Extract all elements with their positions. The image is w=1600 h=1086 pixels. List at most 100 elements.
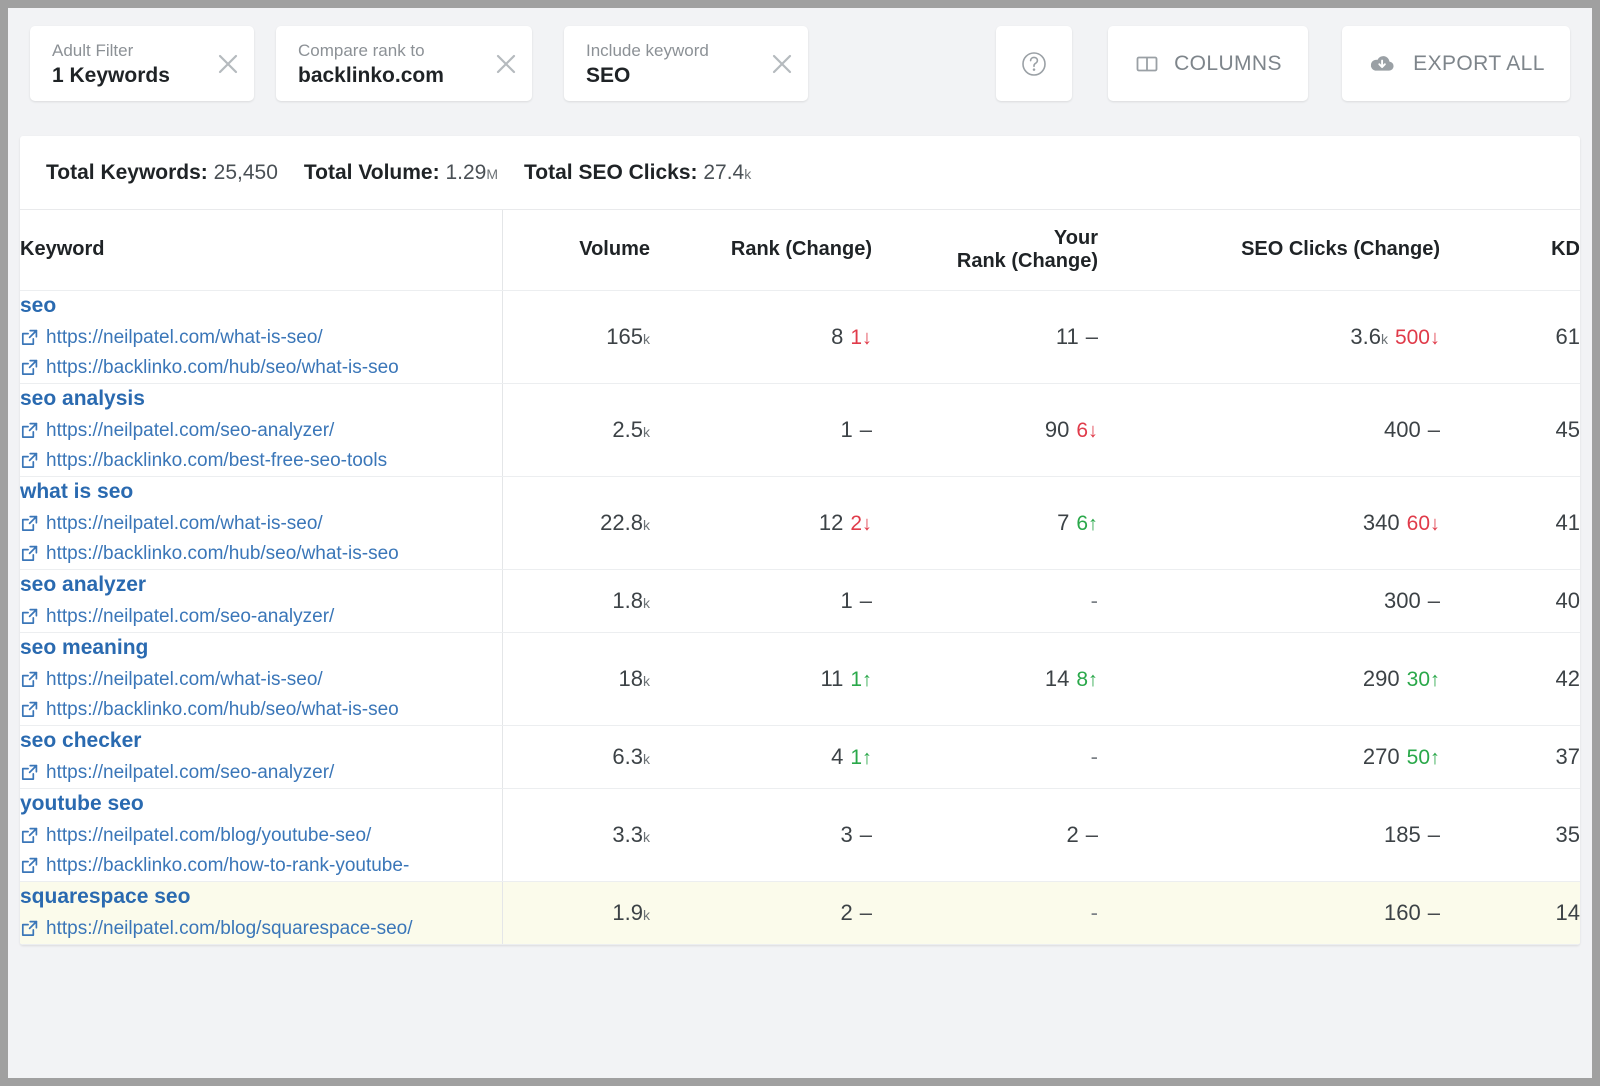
keyword-link[interactable]: youtube seo [20,789,144,819]
value: 400 [1384,417,1421,442]
keyword-url[interactable]: https://neilpatel.com/what-is-seo/ [20,323,502,353]
value: 12 [819,510,843,535]
total-seo-clicks-suffix: k [744,166,751,182]
column-header-kd[interactable]: KD [1440,210,1580,290]
column-header-your-rank[interactable]: Your Rank (Change) [872,210,1098,290]
value: 1 [841,588,853,613]
keyword-link[interactable]: seo meaning [20,633,148,663]
cell-volume: 2.5k [502,383,650,476]
keyword-url[interactable]: https://neilpatel.com/blog/youtube-seo/ [20,821,502,851]
keyword-url[interactable]: https://backlinko.com/hub/seo/what-is-se… [20,353,502,383]
table-body: seohttps://neilpatel.com/what-is-seo/htt… [20,290,1580,944]
total-keywords-label: Total Keywords: [46,161,208,184]
cell-your-rank: 2– [872,788,1098,881]
filter-chip-value: backlinko.com [298,62,480,89]
keyword-url[interactable]: https://neilpatel.com/what-is-seo/ [20,509,502,539]
cell-kd: 14 [1440,881,1580,944]
value: 14 [1556,900,1580,925]
value-suffix: k [1381,331,1388,347]
cell-keyword: seo analysishttps://neilpatel.com/seo-an… [20,383,502,476]
keyword-url[interactable]: https://neilpatel.com/seo-analyzer/ [20,416,502,446]
total-seo-clicks-label: Total SEO Clicks: [524,161,698,184]
value-empty: - [1091,744,1098,769]
change-indicator: 50↑ [1407,746,1440,769]
keyword-url-text: https://backlinko.com/hub/seo/what-is-se… [46,353,399,383]
external-link-icon [20,763,39,782]
external-link-icon [20,670,39,689]
keyword-link[interactable]: squarespace seo [20,882,190,912]
filter-chip-adult-filter[interactable]: Adult Filter 1 Keywords [30,26,254,101]
column-header-keyword[interactable]: Keyword [20,210,502,290]
value: 61 [1556,324,1580,349]
cell-seo-clicks: 185– [1098,788,1440,881]
value: 18k [619,666,650,691]
cell-seo-clicks: 34060↓ [1098,476,1440,569]
value: 1.8k [612,588,650,613]
cell-rank: 2– [650,881,872,944]
table-row[interactable]: seo analyzerhttps://neilpatel.com/seo-an… [20,569,1580,632]
cell-keyword: seo checkerhttps://neilpatel.com/seo-ana… [20,725,502,788]
keyword-url[interactable]: https://neilpatel.com/what-is-seo/ [20,665,502,695]
close-icon[interactable] [480,26,532,101]
cell-seo-clicks: 300– [1098,569,1440,632]
columns-button-label: COLUMNS [1174,52,1282,76]
keyword-link[interactable]: what is seo [20,477,133,507]
arrow-up-icon: ↑ [1088,513,1098,535]
keyword-url-text: https://neilpatel.com/what-is-seo/ [46,509,323,539]
filter-chip-compare-rank-to[interactable]: Compare rank to backlinko.com [276,26,532,101]
cell-volume: 18k [502,632,650,725]
value: 14 [1045,666,1069,691]
keyword-url-text: https://backlinko.com/hub/seo/what-is-se… [46,695,399,725]
cell-kd: 40 [1440,569,1580,632]
arrow-up-icon: ↑ [862,747,872,769]
close-icon[interactable] [202,26,254,101]
filters-toolbar: Adult Filter 1 Keywords Compare rank to … [8,8,1592,120]
column-header-seo-clicks[interactable]: SEO Clicks (Change) [1098,210,1440,290]
table-row[interactable]: seo checkerhttps://neilpatel.com/seo-ana… [20,725,1580,788]
keyword-url[interactable]: https://neilpatel.com/seo-analyzer/ [20,602,502,632]
total-volume-label: Total Volume: [304,161,440,184]
keyword-url[interactable]: https://neilpatel.com/blog/squarespace-s… [20,914,502,944]
arrow-up-icon: ↑ [862,669,872,691]
cell-rank: 81↓ [650,290,872,383]
table-row[interactable]: seo analysishttps://neilpatel.com/seo-an… [20,383,1580,476]
totals-bar: Total Keywords: 25,450 Total Volume: 1.2… [20,136,1580,210]
table-row[interactable]: squarespace seohttps://neilpatel.com/blo… [20,881,1580,944]
change-indicator: – [860,417,872,442]
keyword-url[interactable]: https://backlinko.com/best-free-seo-tool… [20,446,502,476]
keyword-link[interactable]: seo [20,291,56,321]
keyword-url[interactable]: https://backlinko.com/hub/seo/what-is-se… [20,539,502,569]
keyword-link[interactable]: seo analyzer [20,570,146,600]
export-all-button[interactable]: EXPORT ALL [1342,26,1570,101]
keyword-link[interactable]: seo analysis [20,384,145,414]
columns-button[interactable]: COLUMNS [1108,26,1308,101]
keyword-url[interactable]: https://backlinko.com/hub/seo/what-is-se… [20,695,502,725]
table-row[interactable]: what is seohttps://neilpatel.com/what-is… [20,476,1580,569]
table-row[interactable]: seohttps://neilpatel.com/what-is-seo/htt… [20,290,1580,383]
column-header-volume[interactable]: Volume [502,210,650,290]
filter-chip-value: SEO [586,62,756,89]
keyword-url[interactable]: https://backlinko.com/how-to-rank-youtub… [20,851,502,881]
keyword-link[interactable]: seo checker [20,726,141,756]
column-header-rank[interactable]: Rank (Change) [650,210,872,290]
cell-your-rank: 11– [872,290,1098,383]
filter-chip-label: Adult Filter [52,39,202,62]
change-indicator: – [1086,822,1098,847]
cell-your-rank: 148↑ [872,632,1098,725]
help-button[interactable] [996,26,1072,101]
keyword-explorer-app: Adult Filter 1 Keywords Compare rank to … [8,8,1592,1078]
value: 1.9k [612,900,650,925]
cell-kd: 45 [1440,383,1580,476]
table-row[interactable]: seo meaninghttps://neilpatel.com/what-is… [20,632,1580,725]
cell-rank: 1– [650,569,872,632]
column-header-your-rank-line2: Rank (Change) [872,250,1098,273]
filter-chip-texts: Compare rank to backlinko.com [276,39,480,89]
keyword-url[interactable]: https://neilpatel.com/seo-analyzer/ [20,758,502,788]
change-indicator: 60↓ [1407,512,1440,535]
value: 45 [1556,417,1580,442]
close-icon[interactable] [756,26,808,101]
filter-chip-include-keyword[interactable]: Include keyword SEO [564,26,808,101]
cell-seo-clicks: 400– [1098,383,1440,476]
table-row[interactable]: youtube seohttps://neilpatel.com/blog/yo… [20,788,1580,881]
cell-kd: 37 [1440,725,1580,788]
